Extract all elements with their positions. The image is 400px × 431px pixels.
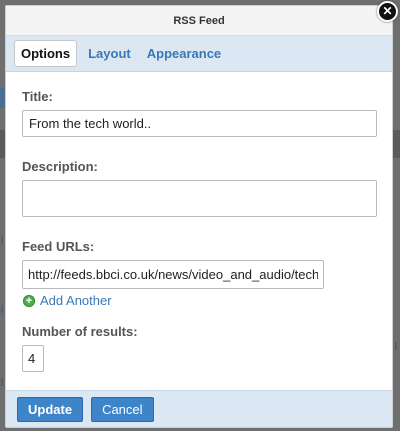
number-of-results-label: Number of results: xyxy=(22,324,138,339)
tab-appearance[interactable]: Appearance xyxy=(142,41,226,66)
plus-circle-icon[interactable]: + xyxy=(23,294,35,307)
dialog-title: RSS Feed xyxy=(173,14,225,27)
backdrop-fragment xyxy=(1,235,3,243)
backdrop-strip xyxy=(392,130,400,158)
backdrop-fragment xyxy=(1,378,3,386)
add-another-label[interactable]: Add Another xyxy=(40,293,112,308)
update-button[interactable]: Update xyxy=(17,396,84,422)
tab-layout[interactable]: Layout xyxy=(83,41,136,66)
add-another-link[interactable]: + Add Another xyxy=(22,293,376,308)
feed-url-input[interactable] xyxy=(22,260,324,289)
title-label: Title: xyxy=(22,89,53,104)
options-panel: Title: Description: Feed URLs: + Add Ano… xyxy=(6,72,392,396)
tab-bar: Options Layout Appearance xyxy=(6,36,392,72)
backdrop-fragment xyxy=(1,305,3,313)
rss-feed-dialog: RSS Feed Options Layout Appearance Title… xyxy=(5,5,393,428)
dialog-footer: Update Cancel xyxy=(6,390,392,427)
cancel-button[interactable]: Cancel xyxy=(91,396,154,422)
description-textarea[interactable] xyxy=(22,180,377,217)
tab-options[interactable]: Options xyxy=(14,40,78,67)
backdrop-fragment xyxy=(395,342,397,350)
description-label: Description: xyxy=(22,159,98,174)
number-of-results-input[interactable] xyxy=(22,345,44,372)
dialog-title-bar: RSS Feed xyxy=(6,6,392,36)
feed-urls-label: Feed URLs: xyxy=(22,239,95,254)
close-icon[interactable]: ✕ xyxy=(377,1,398,22)
title-input[interactable] xyxy=(22,110,377,137)
